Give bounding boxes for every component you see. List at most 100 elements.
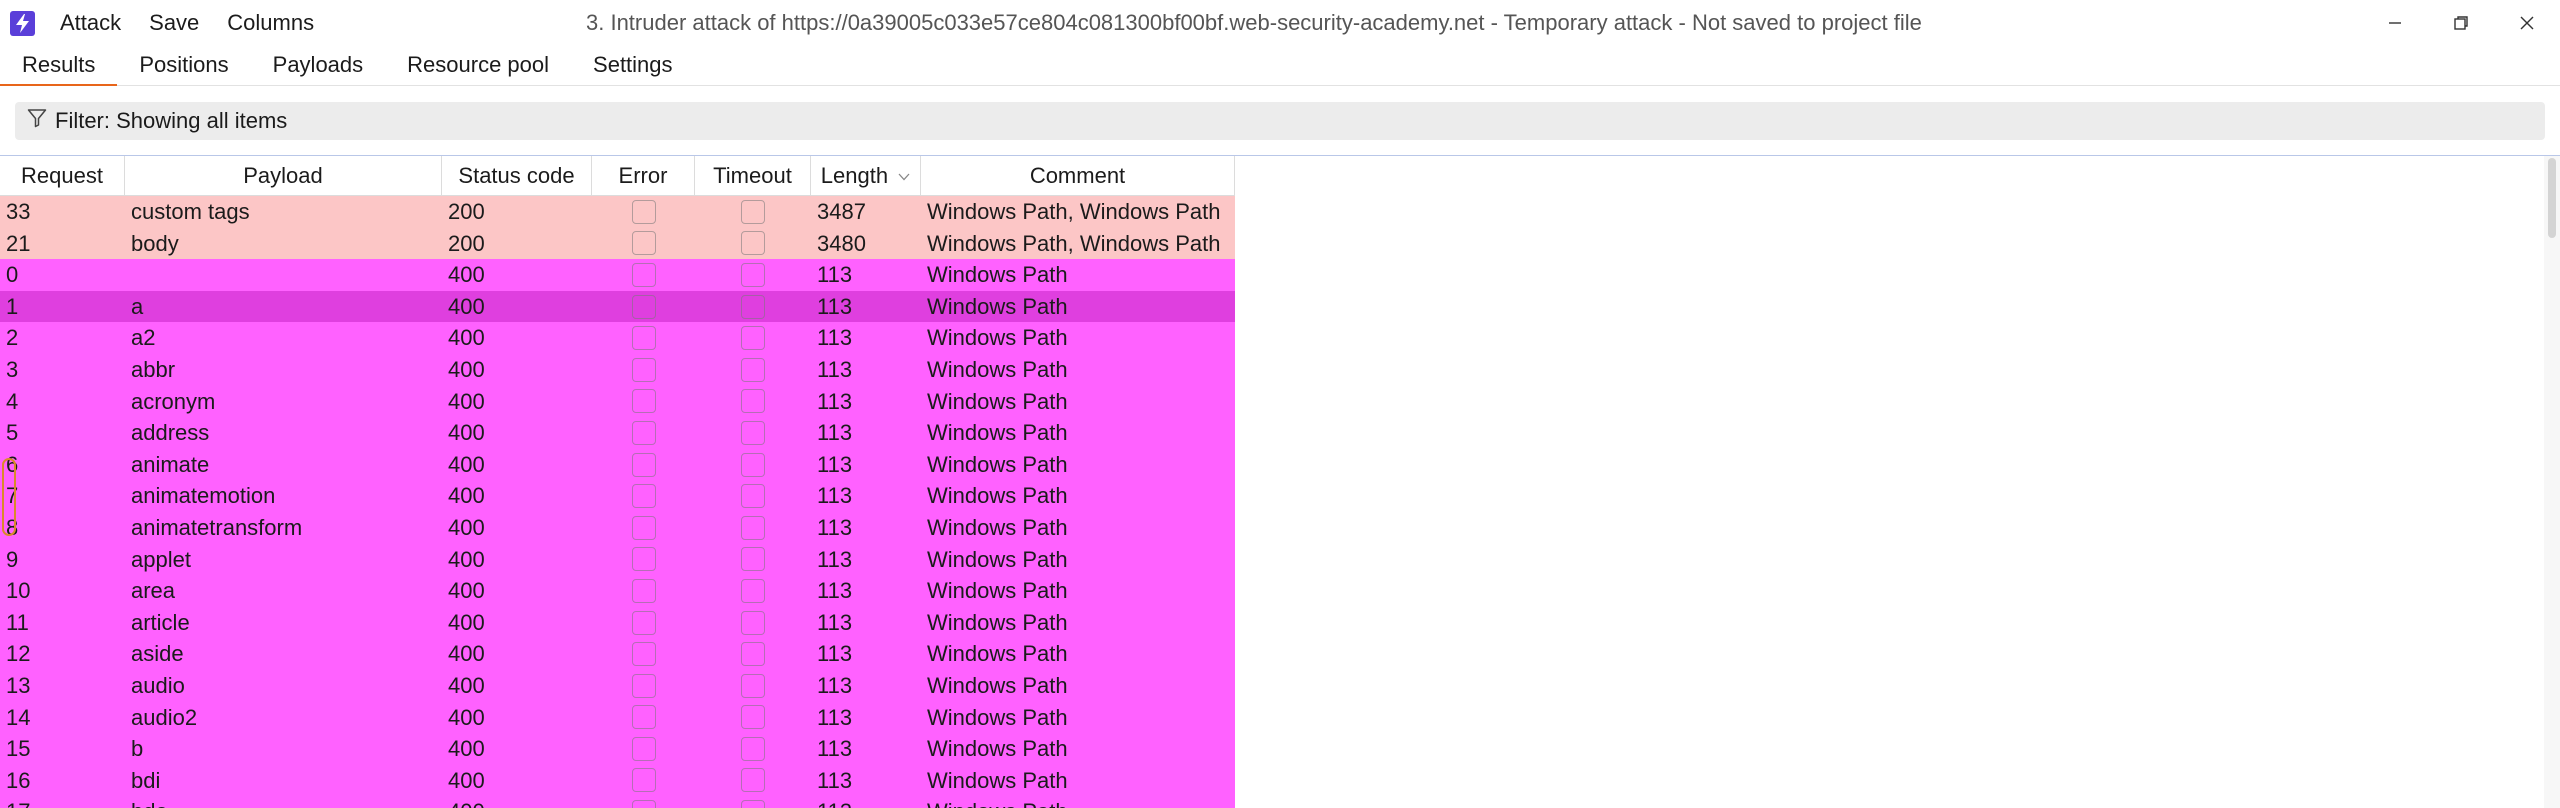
filter-icon: [27, 108, 47, 134]
column-header-comment[interactable]: Comment: [921, 156, 1235, 196]
cell-error: [592, 765, 695, 797]
close-icon[interactable]: [2494, 0, 2560, 46]
cell-length: 113: [817, 767, 853, 793]
table-row[interactable]: 16 bdi 400 113 Windows Path: [0, 764, 1235, 797]
table-body: 33 custom tags 200 3487 Windows Path, Window…: [0, 196, 1235, 808]
column-header-error[interactable]: Error: [592, 156, 695, 196]
menu-save[interactable]: Save: [149, 10, 199, 36]
timeout-checkbox: [741, 262, 765, 287]
table-row[interactable]: 8 animatetransform 400 113 Windows Path: [0, 511, 1235, 544]
column-header-payload[interactable]: Payload: [125, 156, 442, 196]
error-checkbox: [631, 262, 656, 287]
cell-comment: Windows Path: [927, 293, 1068, 319]
cell-request: 0: [6, 262, 19, 288]
table-row[interactable]: 1 a 400 113 Windows Path: [0, 290, 1235, 323]
cell-error: [592, 386, 695, 418]
error-checkbox: [631, 199, 656, 224]
table-row[interactable]: 14 audio2 400 113 Windows Path: [0, 701, 1235, 734]
error-checkbox: [631, 294, 656, 319]
table-row[interactable]: 4 acronym 400 113 Windows Path: [0, 385, 1235, 418]
cell-request: 13: [6, 672, 31, 698]
tab-positions[interactable]: Positions: [117, 46, 250, 86]
tab-results[interactable]: Results: [0, 46, 118, 87]
cell-error: [592, 449, 695, 481]
cell-timeout: [695, 322, 811, 354]
table-row[interactable]: 33 custom tags 200 3487 Windows Path, Window…: [0, 196, 1235, 228]
table-row[interactable]: 10 area 400 113 Windows Path: [0, 575, 1235, 607]
tab-settings[interactable]: Settings: [571, 46, 695, 86]
cell-status-code: 400: [448, 388, 485, 414]
cell-error: [592, 417, 695, 449]
cell-timeout: [695, 733, 811, 765]
table-row[interactable]: 9 applet 400 113 Windows Path: [0, 543, 1235, 576]
row-drag-handle[interactable]: [2, 458, 16, 536]
scrollbar-thumb[interactable]: [2548, 158, 2556, 238]
cell-payload: applet: [131, 546, 191, 572]
table-row[interactable]: 11 article 400 113 Windows Path: [0, 606, 1235, 639]
cell-status-code: 200: [448, 230, 485, 256]
cell-length: 113: [817, 546, 853, 572]
table-row[interactable]: 17bdo400 113Windows Path: [0, 796, 1235, 808]
cell-timeout: [695, 354, 811, 386]
restore-icon[interactable]: [2428, 0, 2494, 46]
cell-payload: custom tags: [131, 199, 250, 224]
cell-payload: bdi: [131, 767, 161, 793]
cell-status-code: 400: [448, 293, 485, 319]
window-controls: [2362, 0, 2560, 46]
cell-length: 113: [817, 578, 853, 604]
table-row[interactable]: 13 audio 400 113 Windows Path: [0, 669, 1235, 702]
error-checkbox: [631, 452, 656, 477]
cell-comment: Windows Path: [927, 514, 1068, 540]
minimize-icon[interactable]: [2362, 0, 2428, 46]
table-row[interactable]: 0 400 113 Windows Path: [0, 259, 1235, 291]
menu-bar: Attack Save Columns: [60, 0, 314, 46]
cell-payload: address: [131, 420, 210, 446]
cell-status-code: 400: [448, 483, 485, 509]
cell-error: [592, 733, 695, 765]
cell-comment: Windows Path: [927, 356, 1068, 382]
table-row[interactable]: 15 b 400 113 Windows Path: [0, 733, 1235, 765]
cell-payload: [125, 259, 442, 291]
timeout-checkbox: [741, 705, 765, 730]
table-row[interactable]: 7 animatemotion 400 113 Windows Path: [0, 480, 1235, 512]
cell-timeout: [695, 196, 811, 228]
cell-request: 10: [6, 578, 31, 604]
cell-timeout: [695, 796, 811, 808]
timeout-checkbox: [741, 484, 765, 509]
vertical-scrollbar[interactable]: [2544, 156, 2560, 808]
table-header: Request Payload Status code Error Timeou…: [0, 156, 1235, 196]
cell-timeout: [695, 512, 811, 544]
table-row[interactable]: 6 animate 400 113 Windows Path: [0, 448, 1235, 481]
column-header-length[interactable]: Length: [811, 156, 921, 196]
table-row[interactable]: 5 address 400 113 Windows Path: [0, 417, 1235, 449]
filter-bar[interactable]: Filter: Showing all items: [15, 102, 2545, 140]
cell-payload: audio2: [131, 704, 198, 730]
tab-payloads[interactable]: Payloads: [251, 46, 386, 86]
table-row[interactable]: 12 aside 400 113 Windows Path: [0, 638, 1235, 670]
cell-request: 15: [6, 736, 31, 762]
table-row[interactable]: 3 abbr 400 113 Windows Path: [0, 353, 1235, 386]
menu-columns[interactable]: Columns: [227, 10, 314, 36]
cell-error: [592, 480, 695, 512]
error-checkbox: [631, 326, 656, 351]
cell-status-code: 400: [448, 609, 485, 635]
table-row[interactable]: 2 a2 400 113 Windows Path: [0, 322, 1235, 354]
cell-payload: a2: [131, 325, 156, 351]
cell-timeout: [695, 480, 811, 512]
column-header-request[interactable]: Request: [0, 156, 125, 196]
cell-length: 113: [817, 293, 853, 319]
timeout-checkbox: [741, 642, 765, 667]
cell-length: 113: [817, 514, 853, 540]
cell-comment: Windows Path: [927, 420, 1068, 446]
table-row[interactable]: 21 body 200 3480 Windows Path, Windows Path: [0, 227, 1235, 260]
error-checkbox: [631, 705, 656, 730]
tab-resource-pool[interactable]: Resource pool: [385, 46, 571, 86]
error-checkbox: [631, 231, 656, 256]
cell-request: 9: [6, 546, 19, 572]
cell-comment: Windows Path: [927, 483, 1068, 509]
column-header-status-code[interactable]: Status code: [442, 156, 592, 196]
menu-attack[interactable]: Attack: [60, 10, 121, 36]
cell-status-code: 400: [448, 578, 485, 604]
column-header-timeout[interactable]: Timeout: [695, 156, 811, 196]
cell-length: 113: [817, 672, 853, 698]
